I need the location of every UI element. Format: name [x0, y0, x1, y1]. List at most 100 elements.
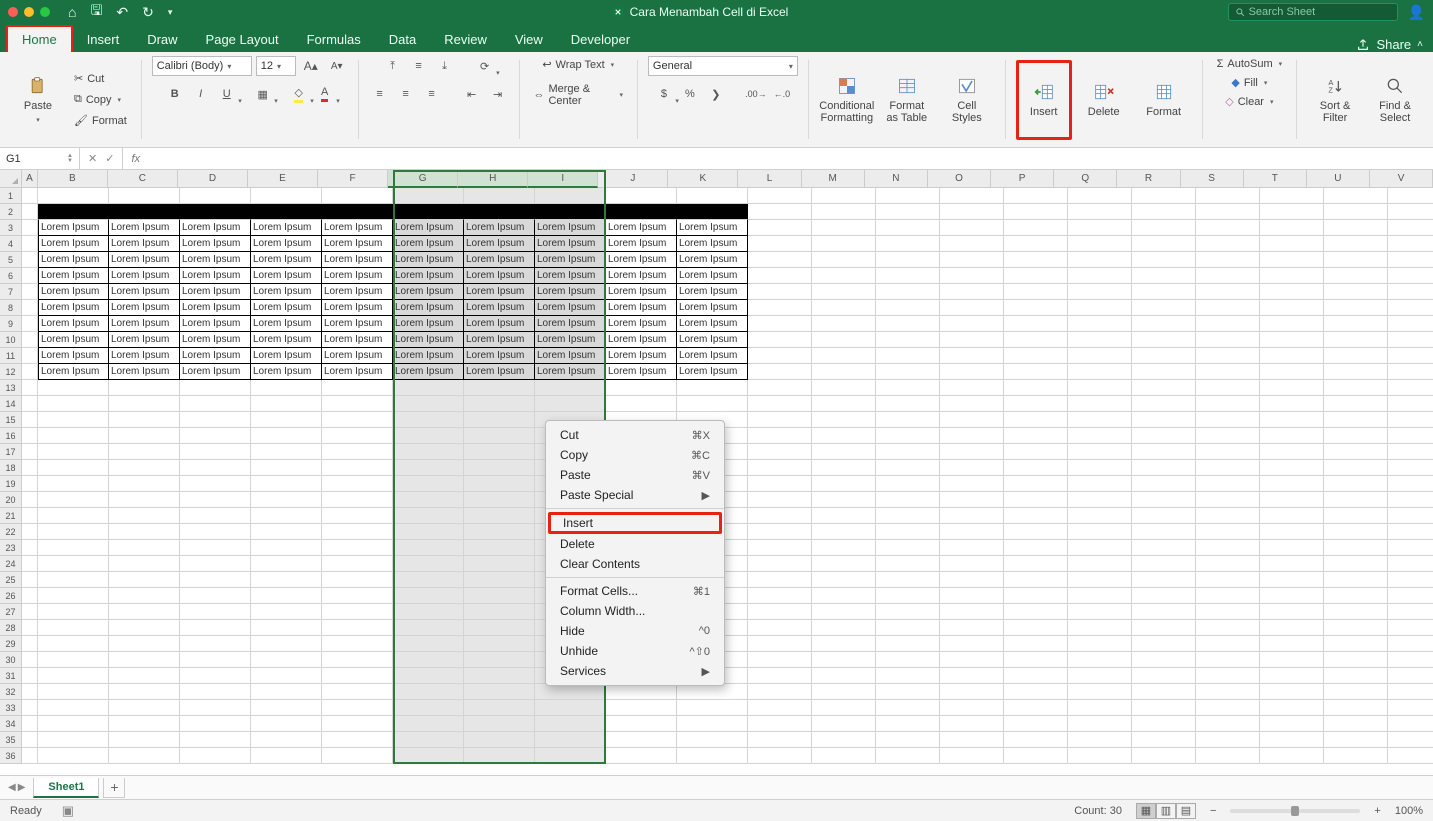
cell[interactable]: [1388, 620, 1433, 636]
cell[interactable]: [1004, 572, 1068, 588]
cell[interactable]: [22, 236, 38, 252]
align-right-button[interactable]: ≡: [421, 84, 443, 104]
cell[interactable]: [393, 508, 464, 524]
cell[interactable]: [393, 668, 464, 684]
cell[interactable]: [322, 556, 393, 572]
cell[interactable]: [464, 204, 535, 220]
row-header[interactable]: 27: [0, 604, 22, 620]
cell[interactable]: [812, 684, 876, 700]
cell[interactable]: [1260, 716, 1324, 732]
cell[interactable]: Lorem Ipsum: [322, 236, 393, 252]
cell[interactable]: [1004, 732, 1068, 748]
increase-decimal-button[interactable]: .00→: [745, 84, 767, 104]
cell[interactable]: [1196, 732, 1260, 748]
cell[interactable]: [876, 668, 940, 684]
cell[interactable]: [876, 652, 940, 668]
cell[interactable]: Lorem Ipsum: [38, 348, 109, 364]
cell[interactable]: Lorem Ipsum: [464, 284, 535, 300]
cell[interactable]: [1324, 268, 1388, 284]
cell[interactable]: [1196, 716, 1260, 732]
cell[interactable]: [812, 572, 876, 588]
cell[interactable]: Lorem Ipsum: [606, 300, 677, 316]
cell[interactable]: [1196, 300, 1260, 316]
merge-center-button[interactable]: ⇔Merge & Center▾: [529, 81, 627, 109]
column-header-R[interactable]: R: [1117, 170, 1180, 188]
cell[interactable]: [1004, 684, 1068, 700]
cell[interactable]: [1388, 668, 1433, 684]
cell[interactable]: Lorem Ipsum: [180, 284, 251, 300]
cell[interactable]: [940, 492, 1004, 508]
cell[interactable]: [1324, 476, 1388, 492]
cell[interactable]: [109, 748, 180, 764]
cell[interactable]: [1132, 380, 1196, 396]
cell[interactable]: [464, 700, 535, 716]
italic-button[interactable]: I: [190, 84, 212, 104]
cell[interactable]: [748, 236, 812, 252]
fill-color-button[interactable]: ◇: [288, 84, 310, 104]
cell[interactable]: Lorem Ipsum: [677, 220, 748, 236]
cell[interactable]: [251, 476, 322, 492]
cell[interactable]: [1132, 476, 1196, 492]
cell[interactable]: [1260, 284, 1324, 300]
redo-icon[interactable]: ↻: [142, 4, 154, 21]
cell[interactable]: [940, 508, 1004, 524]
context-menu-item-insert[interactable]: Insert: [548, 512, 722, 534]
cell[interactable]: [940, 444, 1004, 460]
cell[interactable]: [876, 396, 940, 412]
cell[interactable]: [748, 716, 812, 732]
cell[interactable]: Lorem Ipsum: [38, 284, 109, 300]
cell[interactable]: [812, 348, 876, 364]
column-header-V[interactable]: V: [1370, 170, 1433, 188]
cell[interactable]: [876, 556, 940, 572]
cell[interactable]: [464, 476, 535, 492]
column-header-H[interactable]: H: [458, 170, 528, 188]
cell[interactable]: [1196, 668, 1260, 684]
cell[interactable]: [748, 316, 812, 332]
cell[interactable]: [1196, 620, 1260, 636]
cell[interactable]: [1324, 252, 1388, 268]
cell[interactable]: [1196, 204, 1260, 220]
row-header[interactable]: 18: [0, 460, 22, 476]
cell[interactable]: [1132, 412, 1196, 428]
cell[interactable]: [22, 508, 38, 524]
cell[interactable]: [180, 620, 251, 636]
cell[interactable]: [940, 220, 1004, 236]
cell[interactable]: [677, 716, 748, 732]
cell[interactable]: Lorem Ipsum: [251, 284, 322, 300]
cell[interactable]: [251, 620, 322, 636]
cell[interactable]: Lorem Ipsum: [251, 348, 322, 364]
cell[interactable]: [393, 620, 464, 636]
cell[interactable]: [1260, 460, 1324, 476]
cell[interactable]: [876, 268, 940, 284]
cell[interactable]: [1260, 348, 1324, 364]
cell[interactable]: [322, 652, 393, 668]
cell[interactable]: [876, 252, 940, 268]
cell[interactable]: [748, 684, 812, 700]
row-header[interactable]: 31: [0, 668, 22, 684]
context-menu-item-services[interactable]: Services▶: [546, 661, 724, 681]
cell[interactable]: Lorem Ipsum: [109, 348, 180, 364]
context-menu-item-delete[interactable]: Delete: [546, 534, 724, 554]
cell[interactable]: [1068, 668, 1132, 684]
cell[interactable]: [393, 428, 464, 444]
cell[interactable]: [1260, 748, 1324, 764]
cell[interactable]: [1196, 220, 1260, 236]
column-header-K[interactable]: K: [668, 170, 738, 188]
orientation-button[interactable]: ⟳: [474, 56, 496, 76]
cell[interactable]: [1260, 268, 1324, 284]
cell[interactable]: [1324, 220, 1388, 236]
add-sheet-button[interactable]: +: [103, 778, 125, 798]
cell[interactable]: [1324, 716, 1388, 732]
cell[interactable]: [1068, 524, 1132, 540]
cell[interactable]: Lorem Ipsum: [677, 252, 748, 268]
row-header[interactable]: 4: [0, 236, 22, 252]
row-header[interactable]: 22: [0, 524, 22, 540]
cell[interactable]: Lorem Ipsum: [677, 284, 748, 300]
cell[interactable]: [940, 620, 1004, 636]
cell[interactable]: [940, 380, 1004, 396]
cell[interactable]: [812, 556, 876, 572]
cell[interactable]: [38, 428, 109, 444]
cell[interactable]: [1004, 604, 1068, 620]
cell[interactable]: Lorem Ipsum: [393, 348, 464, 364]
cell[interactable]: [322, 188, 393, 204]
